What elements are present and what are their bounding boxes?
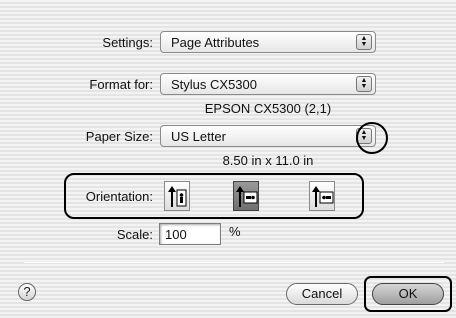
- divider: [24, 262, 444, 263]
- paper-dimensions: 8.50 in x 11.0 in: [222, 153, 314, 168]
- reverse-landscape-icon: [312, 186, 334, 207]
- portrait-icon: [168, 186, 187, 207]
- format-for-label: Format for:: [89, 77, 153, 92]
- up-down-arrows-icon: ▲ ▼: [356, 76, 372, 92]
- settings-popup[interactable]: Page Attributes ▲ ▼: [160, 31, 376, 53]
- scale-label: Scale:: [116, 227, 153, 242]
- cancel-button[interactable]: Cancel: [286, 283, 358, 305]
- paper-size-label: Paper Size:: [85, 129, 153, 144]
- help-button[interactable]: ?: [18, 283, 36, 301]
- settings-label: Settings:: [102, 35, 153, 50]
- paper-size-popup[interactable]: US Letter ▲ ▼: [160, 125, 376, 147]
- paper-size-value: US Letter: [171, 129, 226, 144]
- settings-value: Page Attributes: [171, 35, 260, 50]
- ok-callout: [364, 276, 452, 312]
- format-for-value: Stylus CX5300: [171, 77, 257, 92]
- format-for-popup[interactable]: Stylus CX5300 ▲ ▼: [160, 73, 376, 95]
- question-icon: ?: [23, 284, 31, 299]
- orientation-landscape-button[interactable]: [233, 181, 259, 211]
- up-down-arrows-icon: ▲ ▼: [356, 34, 372, 50]
- paper-size-callout: [356, 122, 388, 154]
- orientation-portrait-button[interactable]: [164, 181, 190, 211]
- scale-input[interactable]: 100: [159, 223, 221, 245]
- orientation-label: Orientation:: [85, 189, 153, 204]
- scale-unit: %: [229, 224, 241, 239]
- landscape-icon: [236, 186, 258, 207]
- orientation-reverse-landscape-button[interactable]: [309, 181, 335, 211]
- format-for-detail: EPSON CX5300 (2,1): [204, 101, 332, 116]
